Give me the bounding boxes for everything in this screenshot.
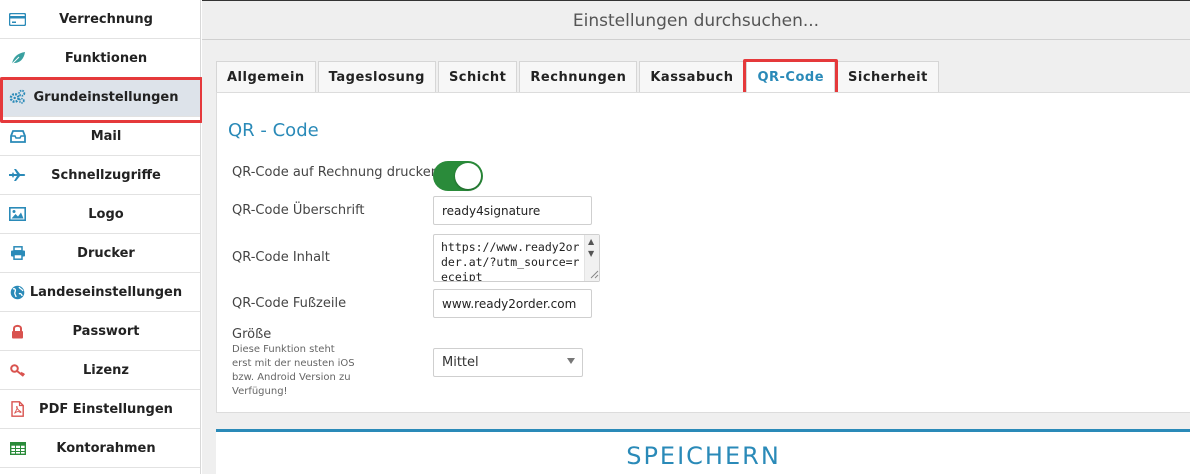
sidebar-item-label: Passwort — [72, 323, 140, 339]
save-button[interactable]: SPEICHERN — [216, 429, 1190, 474]
tab-schicht[interactable]: Schicht — [437, 61, 518, 92]
scroll-up-icon[interactable]: ▲ — [588, 237, 594, 246]
sidebar-item-funktionen[interactable]: Funktionen — [0, 39, 200, 78]
sidebar-item-drucker[interactable]: Drucker — [0, 234, 200, 273]
sidebar-item-landeseinstellungen[interactable]: Landeseinstellungen — [0, 273, 200, 312]
sidebar-item-pdf-einstellungen[interactable]: PDF Einstellungen — [0, 390, 200, 429]
inbox-icon — [9, 128, 26, 144]
leaf-icon — [9, 50, 26, 66]
globe-icon — [9, 284, 26, 300]
sidebar-item-label: Verrechnung — [59, 11, 153, 27]
chevron-down-icon — [567, 358, 575, 364]
heading-label: QR-Code Überschrift — [232, 203, 365, 218]
sidebar-item-label: Schnellzugriffe — [51, 167, 161, 183]
plane-icon — [9, 167, 26, 183]
sidebar-item-lizenz[interactable]: Lizenz — [0, 351, 200, 390]
save-button-label: SPEICHERN — [626, 442, 781, 470]
content-textarea[interactable]: https://www.ready2order.at/?utm_source=r… — [433, 234, 600, 282]
sidebar-item-grundeinstellungen[interactable]: Grundeinstellungen — [0, 77, 203, 123]
pdf-file-icon — [9, 401, 26, 417]
heading-input[interactable] — [433, 196, 592, 225]
key-icon — [9, 362, 26, 378]
sidebar-item-schnellzugriffe[interactable]: Schnellzugriffe — [0, 156, 200, 195]
sidebar-item-label: PDF Einstellungen — [39, 401, 173, 417]
search-input[interactable] — [202, 1, 1190, 40]
content-label: QR-Code Inhalt — [232, 250, 330, 265]
table-icon — [9, 440, 26, 456]
gears-icon — [9, 89, 26, 105]
sidebar-item-label: Funktionen — [64, 50, 148, 66]
tab-rechnungen[interactable]: Rechnungen — [519, 61, 638, 92]
resize-grip-icon[interactable] — [589, 269, 599, 279]
sidebar-item-label: Grundeinstellungen — [33, 89, 179, 105]
tab-qr-code[interactable]: QR-Code — [743, 59, 838, 95]
tab-kassabuch[interactable]: Kassabuch — [639, 61, 745, 92]
sidebar-item-passwort[interactable]: Passwort — [0, 312, 200, 351]
panel-title: QR - Code — [228, 120, 319, 141]
tab-allgemein[interactable]: Allgemein — [216, 61, 316, 92]
sidebar-item-label: Kontorahmen — [56, 440, 156, 456]
toggle-knob — [455, 163, 481, 189]
credit-card-icon — [9, 11, 26, 27]
sidebar: Verrechnung Funktionen Grundeinstellunge… — [0, 0, 203, 474]
printer-icon — [9, 245, 26, 261]
image-icon — [9, 206, 26, 222]
tab-sicherheit[interactable]: Sicherheit — [837, 61, 939, 92]
lock-icon — [9, 323, 26, 339]
sidebar-item-label: Drucker — [77, 245, 135, 261]
print-qr-toggle[interactable] — [433, 161, 483, 191]
size-select-value: Mittel — [442, 355, 479, 370]
sidebar-item-label: Mail — [90, 128, 122, 144]
sidebar-item-label: Logo — [88, 206, 124, 222]
settings-tabs: Allgemein Tageslosung Schicht Rechnungen… — [216, 59, 941, 95]
sidebar-item-label: Landeseinstellungen — [29, 284, 183, 300]
main-content: Allgemein Tageslosung Schicht Rechnungen… — [202, 0, 1190, 474]
sidebar-item-mail[interactable]: Mail — [0, 117, 200, 156]
size-label: Größe — [232, 327, 272, 342]
search-bar — [202, 0, 1190, 40]
tab-tageslosung[interactable]: Tageslosung — [317, 61, 436, 92]
sidebar-item-label: Lizenz — [83, 362, 129, 378]
scroll-down-icon[interactable]: ▼ — [588, 249, 594, 258]
sidebar-item-logo[interactable]: Logo — [0, 195, 200, 234]
sidebar-item-kontorahmen[interactable]: Kontorahmen — [0, 429, 200, 468]
size-help-text: Diese Funktion steht erst mit der neuste… — [232, 344, 355, 397]
qr-code-panel: QR - Code QR-Code auf Rechnung drucken Q… — [216, 92, 1190, 413]
print-toggle-label: QR-Code auf Rechnung drucken — [232, 165, 439, 180]
sidebar-item-verrechnung[interactable]: Verrechnung — [0, 0, 200, 39]
footer-label: QR-Code Fußzeile — [232, 296, 347, 311]
footer-input[interactable] — [433, 289, 592, 318]
size-select[interactable]: Mittel — [433, 348, 583, 377]
